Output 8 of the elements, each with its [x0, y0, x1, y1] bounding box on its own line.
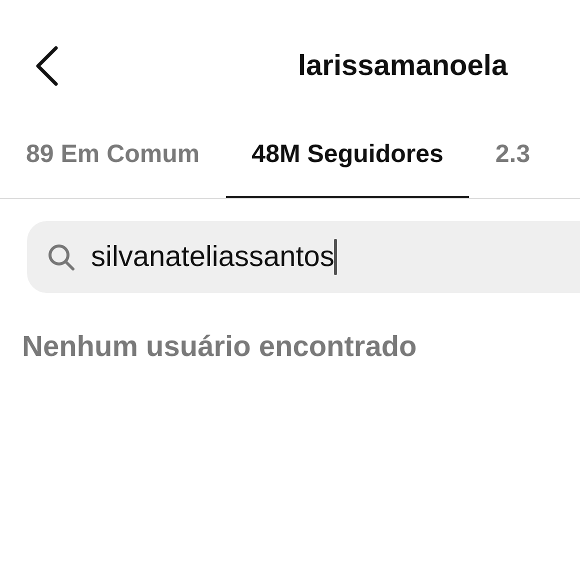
tab[interactable]: 2.3: [469, 134, 556, 198]
text-cursor: [334, 239, 338, 275]
empty-message: Nenhum usuário encontrado: [22, 331, 418, 364]
search-field[interactable]: silvanateliassantos: [27, 221, 580, 293]
tab[interactable]: 89 Em Comum: [0, 134, 226, 198]
tab[interactable]: 48M Seguidores: [226, 134, 470, 198]
username-title: larissamanoela: [298, 50, 508, 82]
search-icon: [47, 243, 75, 271]
